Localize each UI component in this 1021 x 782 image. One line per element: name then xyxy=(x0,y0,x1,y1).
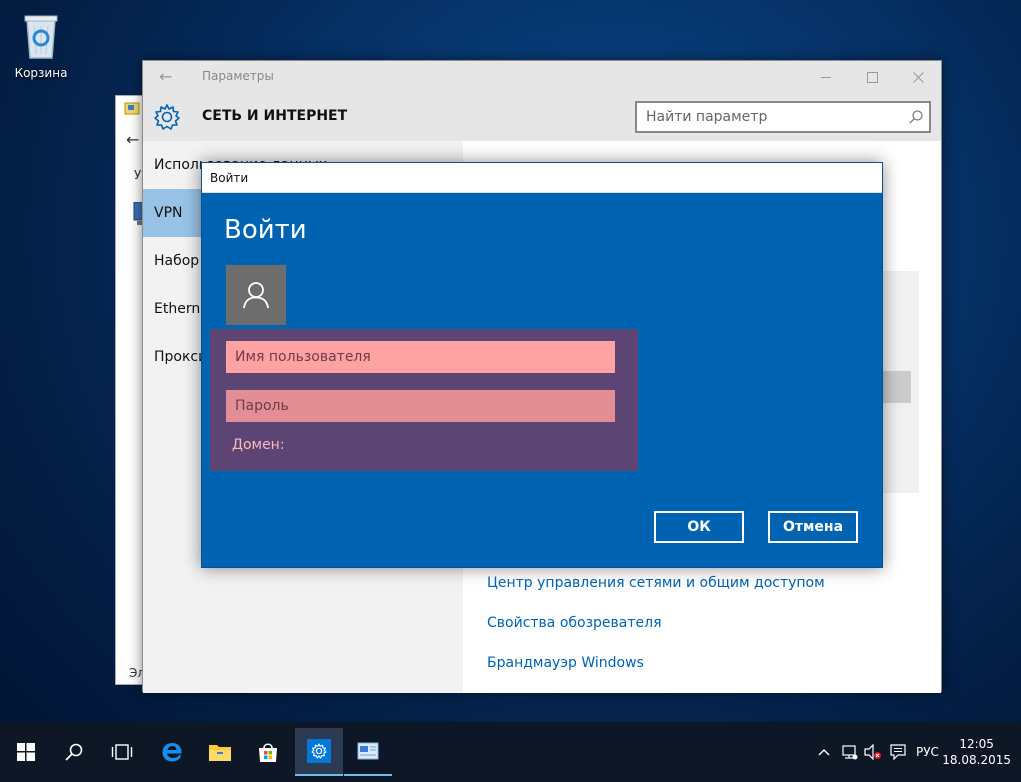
domain-label: Домен: xyxy=(232,437,285,453)
store-button[interactable] xyxy=(244,728,292,776)
show-hidden-icons-button[interactable] xyxy=(818,722,830,782)
volume-muted-icon xyxy=(864,744,881,760)
dialog-titlebar: Войти xyxy=(202,163,882,193)
sign-in-dialog: Войти Войти Домен: ОК Отмена xyxy=(201,162,883,568)
search-box[interactable] xyxy=(635,101,931,133)
clock-date: 18.08.2015 xyxy=(942,753,1011,767)
store-icon xyxy=(259,743,277,762)
close-button[interactable] xyxy=(895,61,941,93)
settings-titlebar: ← Параметры xyxy=(143,61,941,93)
action-center-icon xyxy=(890,744,906,760)
file-explorer-icon xyxy=(209,745,231,761)
window-title: Параметры xyxy=(202,69,274,83)
dialog-heading: Войти xyxy=(224,215,307,245)
back-arrow-icon[interactable]: ← xyxy=(126,130,139,149)
maximize-icon xyxy=(866,71,878,83)
dialog-title: Войти xyxy=(210,171,249,185)
clock[interactable]: 12:05 18.08.2015 xyxy=(942,736,1011,768)
gear-icon xyxy=(153,103,181,131)
network-connections-taskbar-button[interactable] xyxy=(344,728,392,776)
recycle-bin-label: Корзина xyxy=(14,66,68,80)
minimize-button[interactable] xyxy=(803,61,849,93)
user-icon xyxy=(243,282,269,309)
network-connections-icon xyxy=(357,742,379,760)
credentials-area: Домен: xyxy=(210,329,638,471)
back-button[interactable]: ← xyxy=(159,67,172,86)
task-view-icon xyxy=(111,744,133,760)
link-network-center[interactable]: Центр управления сетями и общим доступом xyxy=(487,575,825,591)
clock-time: 12:05 xyxy=(959,737,994,751)
cancel-button[interactable]: Отмена xyxy=(768,511,858,543)
search-icon xyxy=(65,743,83,761)
avatar xyxy=(226,265,286,325)
task-view-button[interactable] xyxy=(98,728,146,776)
maximize-button[interactable] xyxy=(849,61,895,93)
network-connections-icon xyxy=(124,101,140,117)
action-center-button[interactable] xyxy=(890,722,906,782)
recycle-bin[interactable]: Корзина xyxy=(12,12,70,80)
start-button[interactable] xyxy=(2,728,50,776)
start-icon xyxy=(17,743,35,761)
link-windows-firewall[interactable]: Брандмауэр Windows xyxy=(487,655,644,671)
username-input[interactable] xyxy=(226,341,615,373)
section-title: СЕТЬ И ИНТЕРНЕТ xyxy=(202,108,348,124)
network-tray-button[interactable] xyxy=(842,722,858,782)
recycle-bin-icon xyxy=(21,12,61,60)
search-icon[interactable] xyxy=(909,109,923,124)
search-input[interactable] xyxy=(637,103,897,131)
nav-item-label: VPN xyxy=(154,205,183,221)
network-tray-icon xyxy=(842,745,858,760)
settings-header: СЕТЬ И ИНТЕРНЕТ xyxy=(143,93,941,141)
minimize-icon xyxy=(820,76,831,78)
background-window-text: У xyxy=(134,168,142,182)
file-explorer-button[interactable] xyxy=(196,728,244,776)
edge-button[interactable] xyxy=(148,728,196,776)
ok-button[interactable]: ОК xyxy=(654,511,744,543)
volume-button[interactable] xyxy=(864,722,882,782)
settings-icon xyxy=(311,743,327,759)
settings-taskbar-button[interactable] xyxy=(295,728,343,776)
link-internet-options[interactable]: Свойства обозревателя xyxy=(487,615,662,631)
password-input[interactable] xyxy=(226,390,615,422)
taskbar: РУС 12:05 18.08.2015 xyxy=(0,722,1021,782)
chevron-up-icon xyxy=(818,749,830,756)
nav-item-label: Прокси xyxy=(154,349,208,365)
close-icon xyxy=(912,71,924,83)
edge-icon xyxy=(162,743,182,762)
search-button[interactable] xyxy=(50,728,98,776)
input-language-indicator[interactable]: РУС xyxy=(916,722,939,782)
